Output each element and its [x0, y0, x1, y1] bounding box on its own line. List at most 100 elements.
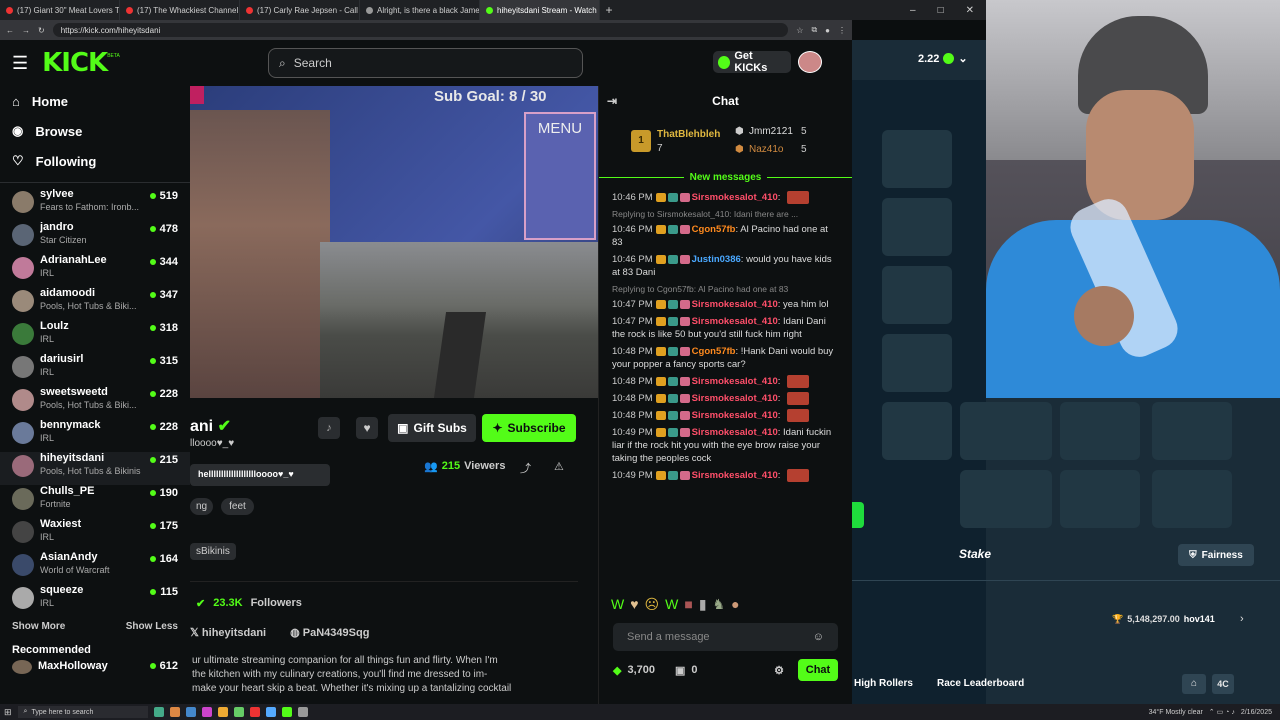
- profile-icon[interactable]: ●: [825, 26, 830, 35]
- chat-message[interactable]: 10:48 PM Sirsmokesalot_410:: [599, 390, 852, 407]
- chat-input[interactable]: Send a message ☺: [613, 623, 838, 651]
- weather-widget[interactable]: 34°F Mostly clear: [1149, 709, 1203, 716]
- sidebar-channel-hiheyitsdani[interactable]: hiheyitsdani Pools, Hot Tubs & Bikinis 215: [0, 452, 190, 485]
- new-tab-button[interactable]: +: [600, 3, 618, 17]
- tag-chip[interactable]: ng: [190, 498, 214, 515]
- nav-browse[interactable]: ◉ Browse: [0, 116, 190, 146]
- report-icon[interactable]: ⚠: [554, 460, 564, 473]
- fairness-button[interactable]: ⛨ Fairness: [1178, 544, 1254, 566]
- chat-username[interactable]: Sirsmokesalot_410: [692, 393, 778, 404]
- forward-icon[interactable]: →: [22, 26, 30, 35]
- url-input[interactable]: https://kick.com/hiheyitsdani: [52, 23, 789, 37]
- chat-message[interactable]: 10:46 PM Justin0386: would you have kids …: [599, 251, 852, 281]
- video-player[interactable]: Sub Goal: 8 / 30 MENU: [190, 86, 598, 398]
- chat-message[interactable]: 10:49 PM Sirsmokesalot_410:: [599, 467, 852, 484]
- emoji-picker-icon[interactable]: ☺: [813, 631, 824, 643]
- category-chip[interactable]: sBikinis: [190, 543, 236, 560]
- sidebar-channel-asianandy[interactable]: AsianAndy World of Warcraft 164: [0, 551, 190, 584]
- sidebar-channel-dariusirl[interactable]: dariusirl IRL 315: [0, 353, 190, 386]
- browser-tab[interactable]: (17) Giant 30" Meat Lovers Team ...✕: [0, 0, 120, 20]
- user-avatar[interactable]: [798, 51, 822, 73]
- sidebar-channel-chulls_pe[interactable]: Chulls_PE Fortnite 190: [0, 485, 190, 518]
- chat-message[interactable]: 10:47 PM Sirsmokesalot_410: Idani Dani th…: [599, 313, 852, 343]
- minimize-icon[interactable]: –: [910, 5, 916, 16]
- stake-balance[interactable]: 2.22 ⌄: [918, 52, 968, 66]
- emote-icon[interactable]: ☹: [645, 596, 660, 613]
- nav-home[interactable]: ⌂ Home: [0, 86, 190, 116]
- taskbar-search[interactable]: ⌕ Type here to search: [17, 706, 148, 718]
- close-window-icon[interactable]: ✕: [966, 5, 974, 16]
- sidebar-channel-maxholloway[interactable]: MaxHolloway 612: [0, 660, 190, 678]
- browser-tab[interactable]: (17) The Whackiest Channel on Yo...✕: [120, 0, 240, 20]
- collapse-chat-icon[interactable]: ⇥: [607, 94, 617, 108]
- browser-tab-active[interactable]: hiheyitsdani Stream - Watch ...✕: [480, 0, 600, 20]
- chevron-right-icon[interactable]: ›: [1240, 613, 1244, 625]
- tab-high-rollers[interactable]: High Rollers: [854, 678, 913, 689]
- hamburger-menu-icon[interactable]: ☰: [12, 53, 28, 74]
- social-link-discord[interactable]: ◍ PaN4349Sqg: [290, 626, 369, 639]
- chat-message[interactable]: 10:48 PM Sirsmokesalot_410:: [599, 407, 852, 424]
- chat-message[interactable]: 10:46 PM Sirsmokesalot_410:: [599, 189, 852, 206]
- emote-icon[interactable]: ▮: [699, 596, 707, 613]
- chat-username[interactable]: Sirsmokesalot_410: [692, 299, 778, 310]
- social-link-x[interactable]: 𝕏 hiheyitsdani: [190, 626, 266, 639]
- extensions-icon[interactable]: ⧉: [811, 25, 817, 35]
- maximize-icon[interactable]: □: [938, 5, 944, 16]
- browser-tab[interactable]: (17) Carly Rae Jepsen - Call Me M...✕: [240, 0, 360, 20]
- new-messages-divider[interactable]: New messages: [599, 172, 852, 183]
- emote-icon[interactable]: ♞: [713, 596, 726, 613]
- reload-icon[interactable]: ↻: [38, 26, 45, 35]
- sidebar-channel-waxiest[interactable]: Waxiest IRL 175: [0, 518, 190, 551]
- sidebar-channel-sweetsweetd[interactable]: sweetsweetd Pools, Hot Tubs & Biki... 228: [0, 386, 190, 419]
- star-icon[interactable]: ☆: [796, 26, 803, 35]
- emote-icon[interactable]: ■: [684, 596, 692, 612]
- back-icon[interactable]: ←: [6, 26, 14, 35]
- tab-race-leaderboard[interactable]: Race Leaderboard: [937, 678, 1024, 689]
- chat-message[interactable]: 10:46 PM Cgon57fb: Al Pacino had one at 8…: [599, 221, 852, 251]
- chat-username[interactable]: Sirsmokesalot_410: [692, 427, 778, 438]
- emote-icon[interactable]: ●: [731, 596, 739, 612]
- show-less-button[interactable]: Show Less: [126, 621, 178, 632]
- chat-username[interactable]: Sirsmokesalot_410: [692, 192, 778, 203]
- chat-username[interactable]: Sirsmokesalot_410: [692, 376, 778, 387]
- settings-gear-icon[interactable]: ⚙: [774, 664, 784, 677]
- chat-username[interactable]: Cgon57fb: [692, 346, 736, 357]
- share-icon[interactable]: ⤴: [520, 460, 531, 476]
- browser-tab[interactable]: Alright, is there a black James Bon...✕: [360, 0, 480, 20]
- notification-bell-icon[interactable]: ♪: [318, 417, 340, 439]
- menu-icon[interactable]: ⋮: [838, 26, 846, 35]
- sidebar-channel-aidamoodi[interactable]: aidamoodi Pools, Hot Tubs & Biki... 347: [0, 287, 190, 320]
- sidebar-channel-jandro[interactable]: jandro Star Citizen 478: [0, 221, 190, 254]
- emote-icon[interactable]: W: [611, 596, 624, 612]
- sidebar-channel-squeeze[interactable]: squeeze IRL 115: [0, 584, 190, 617]
- chat-username[interactable]: Justin0386: [692, 254, 741, 265]
- search-input[interactable]: ⌕ Search: [268, 48, 583, 78]
- chat-message[interactable]: 10:48 PM Sirsmokesalot_410:: [599, 373, 852, 390]
- bet-button-edge[interactable]: [852, 502, 864, 528]
- stake-badge[interactable]: 4C: [1212, 674, 1234, 694]
- sidebar-channel-loulz[interactable]: Loulz IRL 318: [0, 320, 190, 353]
- tray-icons[interactable]: ⌃ ▭ ◔ ♪: [1209, 708, 1235, 716]
- show-more-button[interactable]: Show More: [12, 621, 65, 632]
- kick-logo[interactable]: KICK: [42, 48, 108, 78]
- emote-icon[interactable]: ♥: [630, 596, 638, 612]
- chat-message[interactable]: 10:47 PM Sirsmokesalot_410: yea him lol: [599, 296, 852, 313]
- chat-username[interactable]: Sirsmokesalot_410: [692, 316, 778, 327]
- windows-start-icon[interactable]: ⊞: [4, 707, 12, 718]
- chat-username[interactable]: Sirsmokesalot_410: [692, 410, 778, 421]
- sidebar-channel-adrianahlee[interactable]: AdrianahLee IRL 344: [0, 254, 190, 287]
- nav-following[interactable]: ♡ Following: [0, 146, 190, 176]
- sidebar-channel-sylvee[interactable]: sylvee Fears to Fathom: Ironb... 519: [0, 188, 190, 221]
- tag-chip[interactable]: feet: [221, 498, 254, 515]
- follow-heart-icon[interactable]: ♥: [356, 417, 378, 439]
- chat-username[interactable]: Sirsmokesalot_410: [692, 470, 778, 481]
- chat-message[interactable]: 10:48 PM Cgon57fb: !Hank Dani would buy y…: [599, 343, 852, 373]
- sidebar-channel-bennymack[interactable]: bennymack IRL 228: [0, 419, 190, 452]
- home-icon[interactable]: ⌂: [1182, 674, 1206, 694]
- get-kicks-button[interactable]: Get KICKs: [713, 50, 791, 74]
- gift-subs-button[interactable]: ▣ Gift Subs: [388, 414, 476, 442]
- send-chat-button[interactable]: Chat: [798, 659, 838, 681]
- subscribe-button[interactable]: ✦ Subscribe: [482, 414, 576, 442]
- chat-message[interactable]: 10:49 PM Sirsmokesalot_410: Idani fuckin …: [599, 424, 852, 467]
- emote-icon[interactable]: W: [665, 596, 678, 612]
